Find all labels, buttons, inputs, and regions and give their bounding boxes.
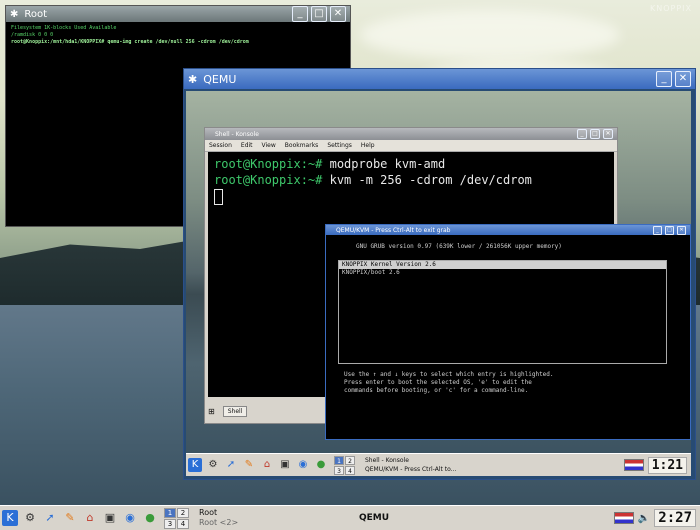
host-taskbar: K ⚙ ➚ ✎ ⌂ ▣ ◉ ● 1 2 3 4 Root Root <2> QE… xyxy=(0,505,700,530)
task-item-root[interactable]: Root xyxy=(199,508,319,518)
help-line: Press enter to boot the selected OS, 'e'… xyxy=(344,379,532,386)
minimize-icon[interactable]: _ xyxy=(577,129,587,139)
network-icon[interactable]: ◉ xyxy=(122,510,138,526)
pager-desktop-4[interactable]: 4 xyxy=(177,518,189,529)
keyboard-layout-icon[interactable] xyxy=(613,512,634,524)
pager-desktop-2[interactable]: 2 xyxy=(177,507,189,518)
konsole-tabbar: ⊞ Shell xyxy=(208,403,248,419)
pager-desktop-3[interactable]: 3 xyxy=(164,518,176,529)
tools-icon[interactable]: ✎ xyxy=(62,510,78,526)
clock[interactable]: 2:27 xyxy=(654,509,696,527)
cloud xyxy=(360,10,620,60)
desktop-pager: 1 2 3 4 xyxy=(164,507,189,529)
terminal-line: root@Knoppix:/mnt/hda1/KNOPPIX# qemu-img… xyxy=(11,39,249,45)
terminal-icon[interactable]: ▣ xyxy=(102,510,118,526)
maximize-icon[interactable]: □ xyxy=(311,6,327,22)
knoppix-icon[interactable]: ⚙ xyxy=(22,510,38,526)
window-menu-icon[interactable]: ✱ xyxy=(10,9,18,20)
task-item[interactable]: Shell - Konsole xyxy=(365,456,456,465)
command-line: root@Knoppix:~# modprobe kvm-amd xyxy=(214,156,608,172)
menubar: Session Edit View Bookmarks Settings Hel… xyxy=(205,140,617,152)
qemu-window[interactable]: ✱ QEMU _ ✕ Shell - Konsole _ □ ✕ Session… xyxy=(183,68,696,480)
window-title: Shell - Konsole xyxy=(215,130,259,138)
grub-entry[interactable]: KNOPPIX/boot 2.6 xyxy=(339,269,666,277)
keyboard-layout-icon[interactable] xyxy=(623,459,644,471)
browser-icon[interactable]: ● xyxy=(314,458,328,472)
knoppix-icon[interactable]: ⚙ xyxy=(206,458,220,472)
minimize-icon[interactable]: _ xyxy=(656,71,672,87)
root-titlebar[interactable]: ✱ Root _ □ ✕ xyxy=(6,6,350,22)
watermark: KNOPPIX xyxy=(649,4,692,13)
close-icon[interactable]: ✕ xyxy=(677,225,686,235)
guest-taskbar: K ⚙ ➚ ✎ ⌂ ▣ ◉ ● 1 2 3 4 Shell - Konsole … xyxy=(186,453,691,476)
text-cursor xyxy=(214,188,223,205)
qemu-titlebar[interactable]: ✱ QEMU _ ✕ xyxy=(184,69,695,89)
clock[interactable]: 1:21 xyxy=(647,456,687,474)
help-line: Use the ↑ and ↓ keys to select which ent… xyxy=(344,371,554,378)
close-icon[interactable]: ✕ xyxy=(330,6,346,22)
window-title: QEMU xyxy=(203,72,237,86)
konsole-titlebar[interactable]: Shell - Konsole _ □ ✕ xyxy=(205,128,617,140)
browser-icon[interactable]: ● xyxy=(142,510,158,526)
window-title: QEMU/KVM - Press Ctrl-Alt to exit grab xyxy=(336,226,451,234)
minimize-icon[interactable]: _ xyxy=(292,6,308,22)
command-text: modprobe kvm-amd xyxy=(322,157,446,171)
close-icon[interactable]: ✕ xyxy=(675,71,691,87)
pager-desktop-4[interactable]: 4 xyxy=(345,465,355,475)
task-item[interactable]: QEMU/KVM - Press Ctrl-Alt to... xyxy=(365,465,456,474)
menu-settings[interactable]: Settings xyxy=(327,142,352,149)
kde-menu-icon[interactable]: K xyxy=(188,458,202,472)
grub-entry[interactable]: KNOPPIX Kernel Version 2.6 xyxy=(339,261,666,269)
task-list: Root Root <2> xyxy=(199,508,319,528)
home-icon[interactable]: ⌂ xyxy=(260,458,274,472)
window-title: Root xyxy=(24,8,48,20)
desktop-pager: 1 2 3 4 xyxy=(334,455,355,475)
new-tab-icon[interactable]: ⊞ xyxy=(208,407,215,416)
menu-view[interactable]: View xyxy=(262,142,276,149)
grub-menu[interactable]: KNOPPIX Kernel Version 2.6 KNOPPIX/boot … xyxy=(338,260,667,364)
task-item-qemu[interactable]: QEMU xyxy=(359,513,389,523)
tab-shell[interactable]: Shell xyxy=(222,405,248,417)
maximize-icon[interactable]: □ xyxy=(665,225,674,235)
tools-icon[interactable]: ✎ xyxy=(242,458,256,472)
help-line: commands before booting, or 'c' for a co… xyxy=(344,387,529,394)
guest-titlebar[interactable]: QEMU/KVM - Press Ctrl-Alt to exit grab _… xyxy=(326,225,690,235)
terminal-icon[interactable]: ▣ xyxy=(278,458,292,472)
system-tray: 🔈 2:27 xyxy=(613,509,700,527)
terminal-line: /ramdisk 0 0 0 xyxy=(11,32,54,38)
kde-menu-icon[interactable]: K xyxy=(2,510,18,526)
minimize-icon[interactable]: _ xyxy=(653,225,662,235)
guest-desktop[interactable]: Shell - Konsole _ □ ✕ Session Edit View … xyxy=(186,91,691,454)
window-menu-icon[interactable]: ✱ xyxy=(188,73,197,86)
prompt: root@Knoppix:~# xyxy=(214,173,323,187)
network-icon[interactable]: ◉ xyxy=(296,458,310,472)
home-icon[interactable]: ⌂ xyxy=(82,510,98,526)
task-item-root-2[interactable]: Root <2> xyxy=(199,518,319,528)
konqueror-icon[interactable]: ➚ xyxy=(42,510,58,526)
prompt: root@Knoppix:~# xyxy=(214,157,323,171)
task-list: Shell - Konsole QEMU/KVM - Press Ctrl-Al… xyxy=(365,456,456,474)
konqueror-icon[interactable]: ➚ xyxy=(224,458,238,472)
volume-icon[interactable]: 🔈 xyxy=(638,513,650,524)
pager-desktop-1[interactable]: 1 xyxy=(164,507,176,518)
pager-desktop-3[interactable]: 3 xyxy=(334,465,344,475)
terminal-line: Filesystem 1K-blocks Used Available xyxy=(11,25,117,31)
close-icon[interactable]: ✕ xyxy=(603,129,613,139)
command-text: kvm -m 256 -cdrom /dev/cdrom xyxy=(322,173,532,187)
menu-edit[interactable]: Edit xyxy=(241,142,253,149)
system-tray: 1:21 xyxy=(623,456,691,474)
command-line: root@Knoppix:~# kvm -m 256 -cdrom /dev/c… xyxy=(214,172,608,188)
grub-help: Use the ↑ and ↓ keys to select which ent… xyxy=(344,371,554,395)
grub-header: GNU GRUB version 0.97 (639K lower / 2610… xyxy=(356,243,562,250)
terminal-output[interactable]: Filesystem 1K-blocks Used Available /ram… xyxy=(6,22,350,49)
pager-desktop-2[interactable]: 2 xyxy=(345,455,355,465)
menu-bookmarks[interactable]: Bookmarks xyxy=(285,142,319,149)
guest-qemu-window[interactable]: QEMU/KVM - Press Ctrl-Alt to exit grab _… xyxy=(325,224,691,440)
menu-session[interactable]: Session xyxy=(209,142,232,149)
pager-desktop-1[interactable]: 1 xyxy=(334,455,344,465)
menu-help[interactable]: Help xyxy=(361,142,375,149)
maximize-icon[interactable]: □ xyxy=(590,129,600,139)
